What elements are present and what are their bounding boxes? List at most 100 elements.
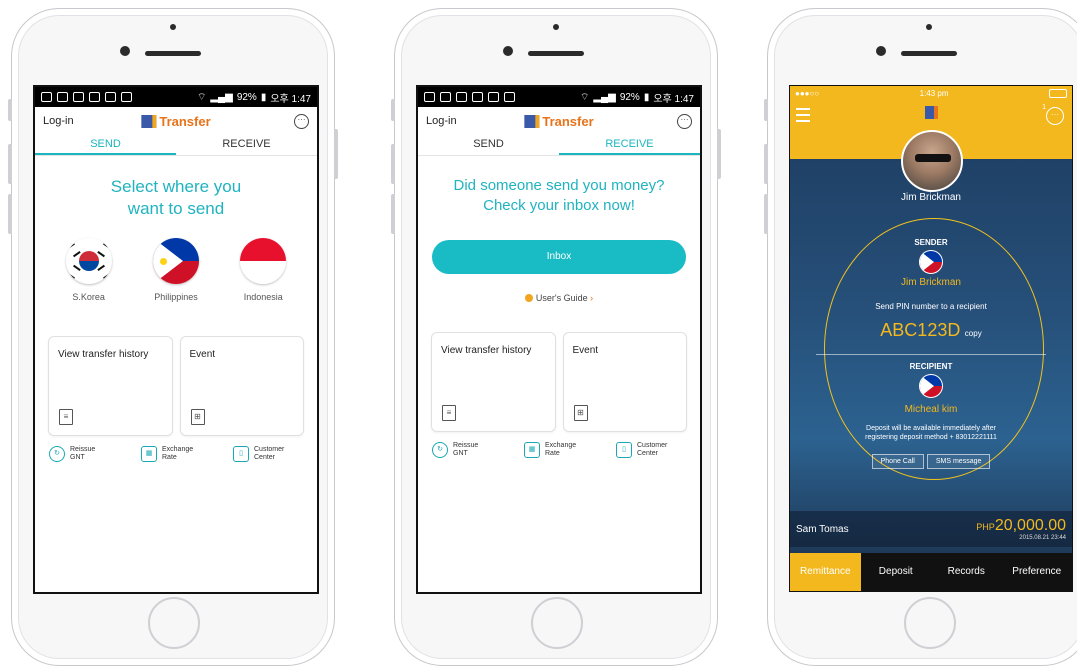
tab-records[interactable]: Records: [931, 553, 1002, 591]
login-link[interactable]: Log-in: [426, 115, 457, 127]
phone-frame-send: ⌔ ▂▄▆ 92% ▮ 오후 1:47 Log-in Transfer ··· …: [8, 8, 338, 666]
app-logo: Transfer: [141, 113, 211, 129]
pin-code-row: ABC123D copy: [790, 320, 1072, 341]
tab-remittance[interactable]: Remittance: [790, 553, 861, 591]
phone-sensor: [170, 24, 176, 30]
users-guide-link[interactable]: User's Guide ›: [418, 293, 700, 303]
avatar: [901, 130, 963, 192]
send-screen: ⌔ ▂▄▆ 92% ▮ 오후 1:47 Log-in Transfer ··· …: [33, 85, 319, 594]
balance: PHP20,000.00 2015.08.21 23:44: [976, 517, 1066, 541]
recipient-name: Micheal kim: [904, 404, 958, 415]
transfer-history-card[interactable]: View transfer history ≡: [431, 332, 556, 432]
phone-call-button[interactable]: Phone Call: [871, 454, 924, 469]
android-status-bar: ⌔ ▂▄▆ 92% ▮ 오후 1:47: [418, 87, 700, 107]
headline-line: Did someone send you money?: [453, 177, 665, 194]
status-time: 1:43 pm: [919, 88, 949, 98]
country-label: Indonesia: [243, 292, 283, 302]
app-bar: Log-in Transfer ···: [418, 107, 700, 135]
headline-line: Select where you: [110, 177, 242, 196]
tab-deposit[interactable]: Deposit: [861, 553, 932, 591]
quick-label: Center: [254, 454, 276, 461]
card-title: Event: [189, 349, 216, 360]
chat-icon[interactable]: ···: [1046, 107, 1064, 125]
phone-speaker: [145, 51, 201, 56]
sms-button[interactable]: SMS message: [926, 454, 991, 469]
currency-code: PHP: [976, 522, 995, 532]
account-name: Sam Tomas: [796, 523, 849, 535]
home-button[interactable]: [904, 597, 956, 649]
phone-volume-button: [8, 144, 12, 184]
deposit-note: Deposit will be available immediately af…: [790, 424, 1072, 442]
sender-flag-wrap: [790, 250, 1072, 274]
login-link[interactable]: Log-in: [43, 115, 74, 127]
phone-volume-button: [391, 144, 395, 184]
tab-receive[interactable]: RECEIVE: [176, 135, 317, 155]
ios-status-bar: ●●●○○ 1:43 pm: [790, 86, 1072, 100]
phone-camera: [120, 46, 130, 56]
tab-preference[interactable]: Preference: [1002, 553, 1073, 591]
signal-icon: ▂▄▆: [593, 91, 616, 103]
battery-level: 92%: [236, 91, 257, 103]
home-button[interactable]: [531, 597, 583, 649]
battery-level: 92%: [619, 91, 640, 103]
indonesia-flag-icon: [240, 238, 287, 284]
inbox-button[interactable]: Inbox: [432, 240, 686, 274]
quick-links: ↻ Reissue GNT ▦ Exchange Rate ▯ Customer Ce…: [418, 442, 700, 458]
home-button[interactable]: [148, 597, 200, 649]
reissue-gnt-link[interactable]: ↻ Reissue GNT: [432, 442, 502, 458]
card-title: Event: [572, 345, 599, 356]
chat-icon[interactable]: ···: [677, 113, 692, 129]
phone-sensor: [553, 24, 559, 30]
android-status-bar: ⌔ ▂▄▆ 92% ▮ 오후 1:47: [35, 87, 317, 107]
transfer-history-card[interactable]: View transfer history ≡: [48, 336, 173, 436]
exchange-rate-link[interactable]: ▦ Exchange Rate: [524, 442, 594, 458]
profile-name: Jim Brickman: [900, 192, 961, 203]
customer-center-link[interactable]: ▯ Customer Center: [616, 442, 686, 458]
calculator-icon: ▦: [141, 446, 157, 462]
phone-power-button: [717, 129, 721, 179]
exchange-rate-link[interactable]: ▦ Exchange Rate: [141, 446, 211, 462]
customer-center-link[interactable]: ▯ Customer Center: [233, 446, 303, 462]
receipt-icon: ≡: [442, 405, 456, 421]
quick-label: Reissue: [453, 442, 479, 449]
calculator-icon: ▦: [524, 442, 540, 458]
phone-power-button: [334, 129, 338, 179]
chat-icon[interactable]: ···: [294, 113, 309, 129]
philippines-flag-icon: [152, 238, 199, 284]
event-card[interactable]: Event ⊞: [179, 336, 304, 436]
event-card[interactable]: Event ⊞: [562, 332, 687, 432]
book-icon: ▯: [233, 446, 249, 462]
country-option-korea[interactable]: S.Korea: [54, 238, 124, 302]
headline-line: want to send: [127, 199, 225, 218]
app-logo: Transfer: [524, 114, 594, 129]
battery-icon: ▮: [260, 91, 267, 103]
quick-label: Exchange: [162, 446, 194, 453]
quick-label: GNT: [70, 454, 85, 461]
hamburger-menu-icon[interactable]: [796, 108, 810, 122]
app-logo-icon: [925, 106, 938, 119]
tab-send[interactable]: SEND: [35, 135, 176, 155]
quick-label: Exchange: [545, 442, 577, 449]
country-option-indonesia[interactable]: Indonesia: [228, 238, 298, 302]
tab-receive[interactable]: RECEIVE: [559, 135, 700, 155]
reissue-gnt-link[interactable]: ↻ Reissue GNT: [49, 446, 119, 462]
copy-button[interactable]: copy: [965, 329, 982, 338]
chevron-right-icon: ›: [590, 293, 594, 303]
quick-label: Reissue: [70, 446, 96, 453]
country-list: S.Korea Philippines Indonesia: [35, 238, 317, 302]
balance-timestamp: 2015.08.21 23:44: [1019, 535, 1066, 541]
phone-volume-button: [391, 194, 395, 234]
info-icon: [524, 294, 533, 302]
country-option-philippines[interactable]: Philippines: [141, 238, 211, 302]
bottom-tab-bar: Remittance Deposit Records Preference: [790, 553, 1072, 591]
refresh-icon: ↻: [432, 442, 448, 458]
card-title: View transfer history: [441, 345, 532, 356]
status-time: 오후 1:47: [653, 93, 694, 105]
gift-icon: ⊞: [190, 409, 205, 425]
tab-send[interactable]: SEND: [418, 135, 559, 155]
status-time: 오후 1:47: [270, 93, 311, 105]
pin-code: ABC123D: [880, 320, 961, 340]
balance-amount: 20,000.00: [994, 517, 1066, 534]
logo-text: Transfer: [159, 113, 211, 129]
section-divider: [816, 354, 1046, 355]
